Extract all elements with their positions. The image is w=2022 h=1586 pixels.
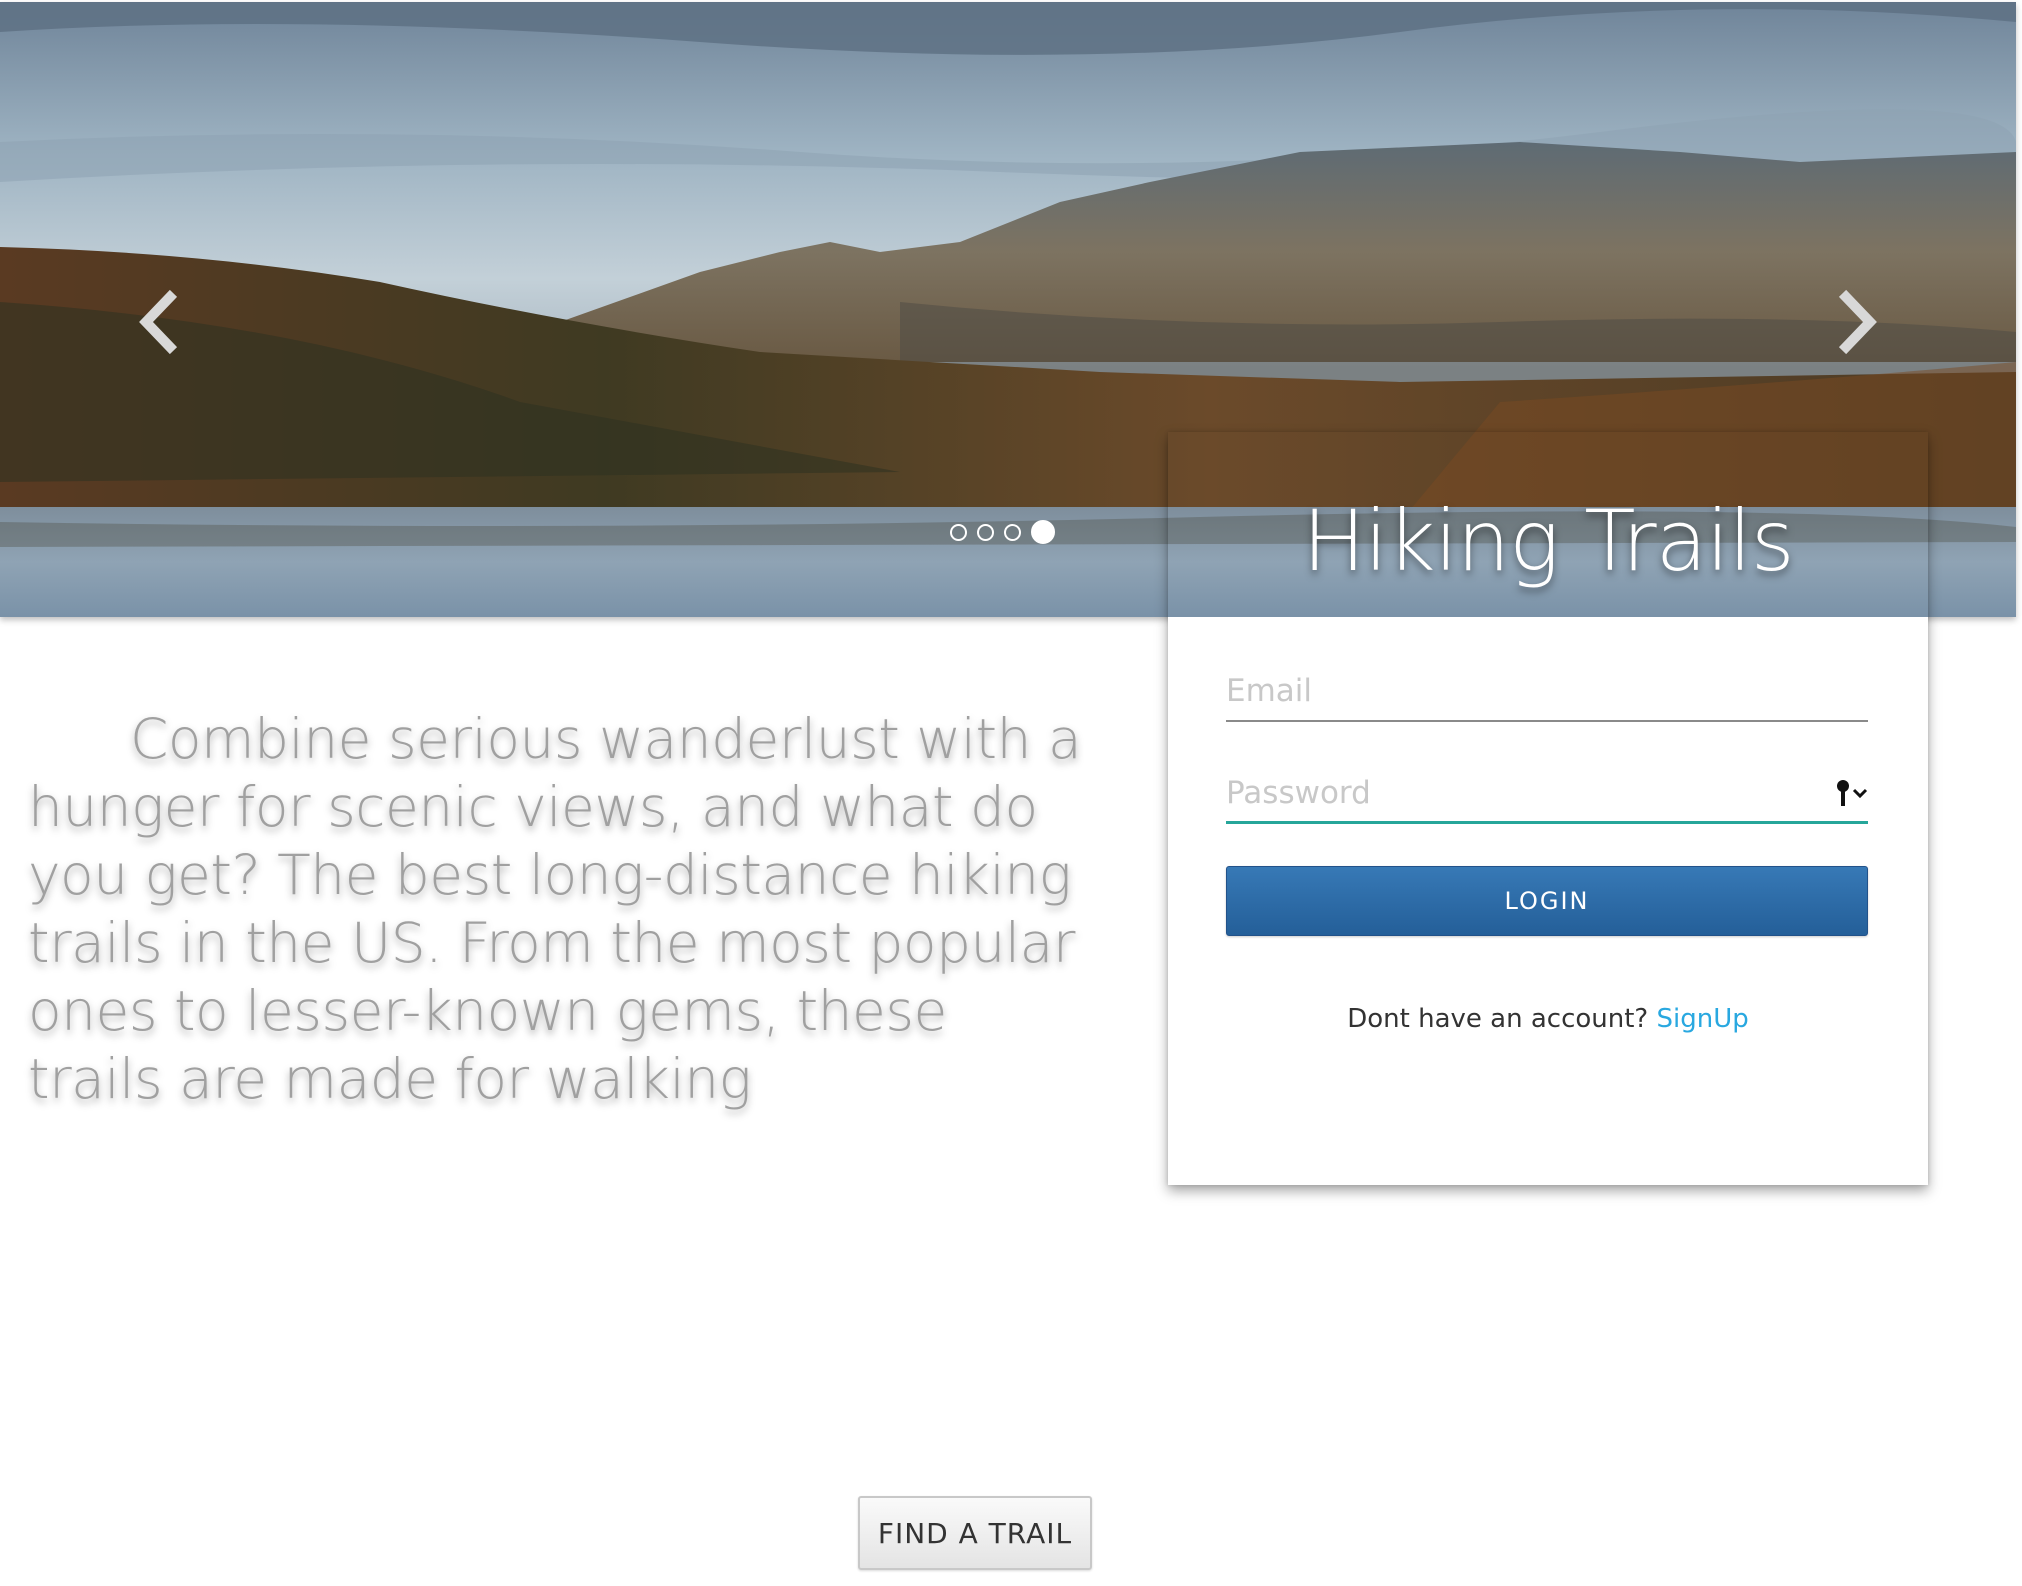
- carousel-next-button[interactable]: [1828, 287, 1888, 357]
- login-title: Hiking Trails: [1302, 492, 1794, 590]
- password-field[interactable]: [1226, 764, 1868, 824]
- key-dropdown-icon[interactable]: [1834, 778, 1868, 808]
- chevron-right-icon: [1838, 289, 1877, 355]
- login-button[interactable]: LOGIN: [1226, 866, 1868, 936]
- intro-paragraph: Combine serious wanderlust with a hunger…: [28, 707, 1082, 1111]
- chevron-left-icon: [139, 289, 178, 355]
- carousel-indicator-3[interactable]: [1004, 523, 1021, 541]
- page: Combine serious wanderlust with a hunger…: [0, 0, 2022, 1586]
- signup-link[interactable]: SignUp: [1657, 1004, 1749, 1034]
- login-card: Hiking Trails LOGIN Dont have an account…: [1168, 432, 1928, 1185]
- email-field[interactable]: [1226, 662, 1868, 722]
- carousel-indicator-1[interactable]: [950, 523, 967, 541]
- carousel-indicator-2[interactable]: [977, 523, 994, 541]
- carousel-indicators: [950, 520, 1055, 544]
- carousel-prev-button[interactable]: [128, 287, 188, 357]
- carousel-indicator-4[interactable]: [1031, 520, 1055, 544]
- signup-prompt: Dont have an account?: [1347, 1004, 1657, 1034]
- signup-line: Dont have an account? SignUp: [1168, 1004, 1928, 1034]
- find-a-trail-button[interactable]: FIND A TRAIL: [858, 1496, 1092, 1570]
